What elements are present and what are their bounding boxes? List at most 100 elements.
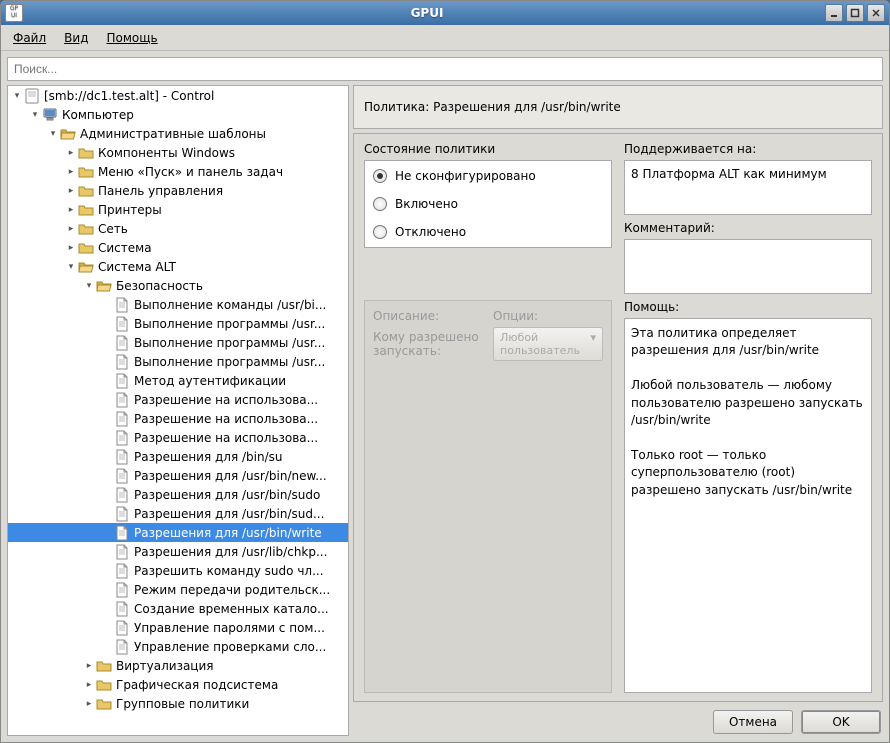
tree-policy-item[interactable]: Выполнение команды /usr/bi...	[8, 295, 348, 314]
doc-icon	[114, 392, 130, 408]
menu-view[interactable]: Вид	[56, 28, 96, 48]
tree-policy-item[interactable]: Управление паролями с пом...	[8, 618, 348, 637]
close-button[interactable]	[867, 4, 885, 22]
tree-alt-system[interactable]: ▾ Система ALT	[8, 257, 348, 276]
tree-policy-item[interactable]: Разрешения для /usr/bin/write	[8, 523, 348, 542]
doc-icon	[114, 411, 130, 427]
tree-policy-item[interactable]: Разрешения для /usr/bin/sudo	[8, 485, 348, 504]
menu-file[interactable]: Файл	[5, 28, 54, 48]
search-input[interactable]	[7, 57, 883, 81]
maximize-button[interactable]	[846, 4, 864, 22]
doc-icon	[114, 563, 130, 579]
folderC-icon	[96, 658, 112, 674]
tree-policy-item[interactable]: Управление проверками сло...	[8, 637, 348, 656]
tree-policy-item[interactable]: Разрешить команду sudo чл...	[8, 561, 348, 580]
tree-policy-item[interactable]: Разрешение на использова...	[8, 409, 348, 428]
expand-icon[interactable]: ▸	[64, 224, 78, 234]
doc-icon	[114, 487, 130, 503]
policy-tree[interactable]: ▾[smb://dc1.test.alt] - Control▾Компьюте…	[7, 85, 349, 736]
collapse-icon[interactable]: ▾	[10, 91, 24, 101]
tree-label: Выполнение программы /usr...	[134, 355, 325, 369]
tree-policy-item[interactable]: Разрешения для /usr/bin/new...	[8, 466, 348, 485]
tree-win-components[interactable]: ▸Компоненты Windows	[8, 143, 348, 162]
folderO-icon	[78, 259, 94, 275]
tree-printers[interactable]: ▸ Принтеры	[8, 200, 348, 219]
tree-label: Разрешения для /usr/bin/sud...	[134, 507, 324, 521]
tree-label: Метод аутентификации	[134, 374, 286, 388]
radio-enabled[interactable]: Включено	[373, 197, 603, 211]
doc-icon	[114, 449, 130, 465]
tree-policy-item[interactable]: Разрешения для /bin/su	[8, 447, 348, 466]
doc-icon	[114, 335, 130, 351]
tree-label: Управление проверками сло...	[134, 640, 326, 654]
tree-label: Система ALT	[98, 260, 176, 274]
tree-root-node[interactable]: ▾[smb://dc1.test.alt] - Control	[8, 86, 348, 105]
root-icon	[24, 88, 40, 104]
expand-icon[interactable]: ▸	[64, 243, 78, 253]
comment-label: Комментарий:	[624, 221, 872, 235]
tree-virtualization[interactable]: ▸Виртуализация	[8, 656, 348, 675]
tree-label: Режим передачи родительск...	[134, 583, 330, 597]
expand-icon[interactable]: ▸	[64, 148, 78, 158]
tree-admin-templates[interactable]: ▾Административные шаблоны	[8, 124, 348, 143]
tree-label: Выполнение программы /usr...	[134, 336, 325, 350]
supported-text: 8 Платформа ALT как минимум	[624, 160, 872, 215]
tree-policy-item[interactable]: Разрешения для /usr/lib/chkp...	[8, 542, 348, 561]
tree-system[interactable]: ▸Система	[8, 238, 348, 257]
ok-button[interactable]: OK	[801, 710, 881, 734]
tree-policy-item[interactable]: Разрешение на использова...	[8, 390, 348, 409]
folderC-icon	[96, 677, 112, 693]
collapse-icon[interactable]: ▾	[46, 129, 60, 139]
tree-policy-item[interactable]: Режим передачи родительск...	[8, 580, 348, 599]
tree-label: Выполнение команды /usr/bi...	[134, 298, 326, 312]
expand-icon[interactable]: ▸	[64, 167, 78, 177]
tree-start-menu[interactable]: ▸ Меню «Пуск» и панель задач	[8, 162, 348, 181]
tree-policy-item[interactable]: Создание временных катало...	[8, 599, 348, 618]
doc-icon	[114, 582, 130, 598]
tree-policy-item[interactable]: Разрешение на использова...	[8, 428, 348, 447]
expand-icon[interactable]: ▸	[82, 661, 96, 671]
tree-network[interactable]: ▸Сеть	[8, 219, 348, 238]
radio-disabled[interactable]: Отключено	[373, 225, 603, 239]
tree-label: Меню «Пуск» и панель задач	[98, 165, 283, 179]
comment-input[interactable]	[624, 239, 872, 294]
tree-policy-item[interactable]: Выполнение программы /usr...	[8, 314, 348, 333]
tree-graphics[interactable]: ▸ Графическая подсистема	[8, 675, 348, 694]
tree-policy-item[interactable]: Выполнение программы /usr...	[8, 352, 348, 371]
collapse-icon[interactable]: ▾	[28, 110, 42, 120]
tree-policy-item[interactable]: Метод аутентификации	[8, 371, 348, 390]
titlebar[interactable]: GP UI GPUI	[1, 1, 889, 25]
state-radio-group: Не сконфигурировано Включено Отключено	[364, 160, 612, 248]
collapse-icon[interactable]: ▾	[64, 262, 78, 272]
options-who-select: Любой пользователь	[493, 327, 603, 361]
tree-control-panel[interactable]: ▸Панель управления	[8, 181, 348, 200]
policy-title-bar: Политика: Разрешения для /usr/bin/write	[353, 85, 883, 129]
doc-icon	[114, 468, 130, 484]
folderO-icon	[60, 126, 76, 142]
app-icon: GP UI	[5, 4, 23, 22]
minimize-button[interactable]	[825, 4, 843, 22]
tree-label: Разрешение на использова...	[134, 431, 318, 445]
expand-icon[interactable]: ▸	[64, 186, 78, 196]
policy-details: Состояние политики Не сконфигурировано В…	[353, 133, 883, 702]
window-title: GPUI	[29, 6, 825, 20]
radio-icon	[373, 169, 387, 183]
tree-policy-item[interactable]: Выполнение программы /usr...	[8, 333, 348, 352]
tree-security[interactable]: ▾Безопасность	[8, 276, 348, 295]
tree-computer[interactable]: ▾Компьютер	[8, 105, 348, 124]
cancel-button[interactable]: Отмена	[713, 710, 793, 734]
folderC-icon	[78, 202, 94, 218]
tree-policy-item[interactable]: Разрешения для /usr/bin/sud...	[8, 504, 348, 523]
menu-help[interactable]: Помощь	[98, 28, 165, 48]
tree-label: Разрешение на использова...	[134, 412, 318, 426]
expand-icon[interactable]: ▸	[64, 205, 78, 215]
doc-icon	[114, 525, 130, 541]
expand-icon[interactable]: ▸	[82, 699, 96, 709]
doc-icon	[114, 506, 130, 522]
expand-icon[interactable]: ▸	[82, 680, 96, 690]
tree-label: Графическая подсистема	[116, 678, 278, 692]
radio-not-configured[interactable]: Не сконфигурировано	[373, 169, 603, 183]
tree-group-policies[interactable]: ▸Групповые политики	[8, 694, 348, 713]
collapse-icon[interactable]: ▾	[82, 281, 96, 291]
tree-label: Принтеры	[98, 203, 162, 217]
